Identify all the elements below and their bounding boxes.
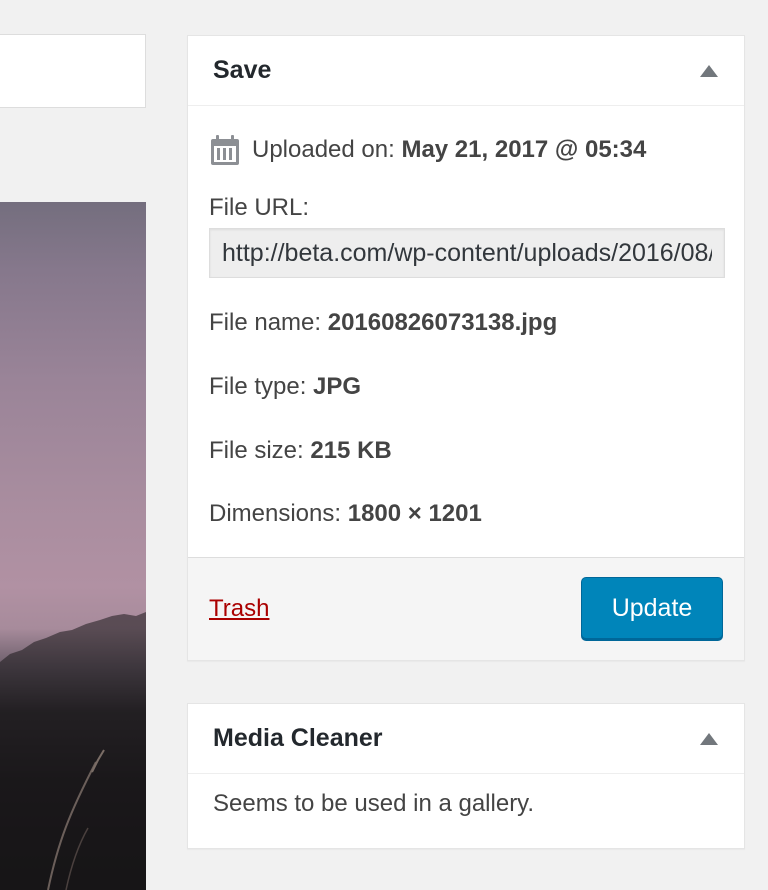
save-meta-box: Save Uploaded on: May 21, 2017 @ 05:34 F…: [187, 35, 745, 661]
media-cleaner-meta-box: Media Cleaner Seems to be used in a gall…: [187, 703, 745, 849]
file-name-label: File name:: [209, 309, 322, 336]
update-button[interactable]: Update: [581, 577, 723, 639]
file-name-row: File name: 20160826073138.jpg: [209, 309, 724, 337]
attachment-image-preview: [0, 202, 146, 890]
file-size-value: 215 KB: [310, 437, 392, 464]
collapse-triangle-icon[interactable]: [700, 732, 718, 745]
file-url-label: File URL:: [209, 194, 310, 221]
file-type-label: File type:: [209, 373, 307, 400]
file-size-label: File size:: [209, 437, 304, 464]
file-type-row: File type: JPG: [209, 373, 724, 401]
major-publishing-actions: Trash Update: [188, 557, 744, 660]
save-box-title: Save: [213, 56, 272, 84]
collapse-triangle-icon[interactable]: [700, 64, 718, 77]
file-type-value: JPG: [313, 373, 362, 400]
file-size-row: File size: 215 KB: [209, 437, 724, 465]
attachment-edit-screen: Save Uploaded on: May 21, 2017 @ 05:34 F…: [0, 0, 768, 890]
save-box-body: Uploaded on: May 21, 2017 @ 05:34 File U…: [188, 134, 744, 528]
dimensions-row: Dimensions: 1800 × 1201: [209, 500, 724, 528]
uploaded-on-value: May 21, 2017 @ 05:34: [401, 136, 647, 163]
dimensions-label: Dimensions:: [209, 500, 342, 527]
uploaded-on-row: Uploaded on: May 21, 2017 @ 05:34: [209, 134, 724, 166]
trash-link[interactable]: Trash: [209, 595, 269, 623]
media-cleaner-message: Seems to be used in a gallery.: [213, 790, 535, 817]
save-box-header[interactable]: Save: [188, 36, 744, 106]
media-cleaner-box-title: Media Cleaner: [213, 724, 383, 752]
uploaded-on-label: Uploaded on:: [252, 136, 395, 163]
calendar-icon: [211, 135, 239, 165]
media-cleaner-box-header[interactable]: Media Cleaner: [188, 704, 744, 774]
file-url-field[interactable]: [209, 228, 725, 278]
title-input[interactable]: [0, 34, 146, 108]
file-name-value: 20160826073138.jpg: [327, 309, 558, 336]
dimensions-value: 1800 × 1201: [347, 500, 482, 527]
